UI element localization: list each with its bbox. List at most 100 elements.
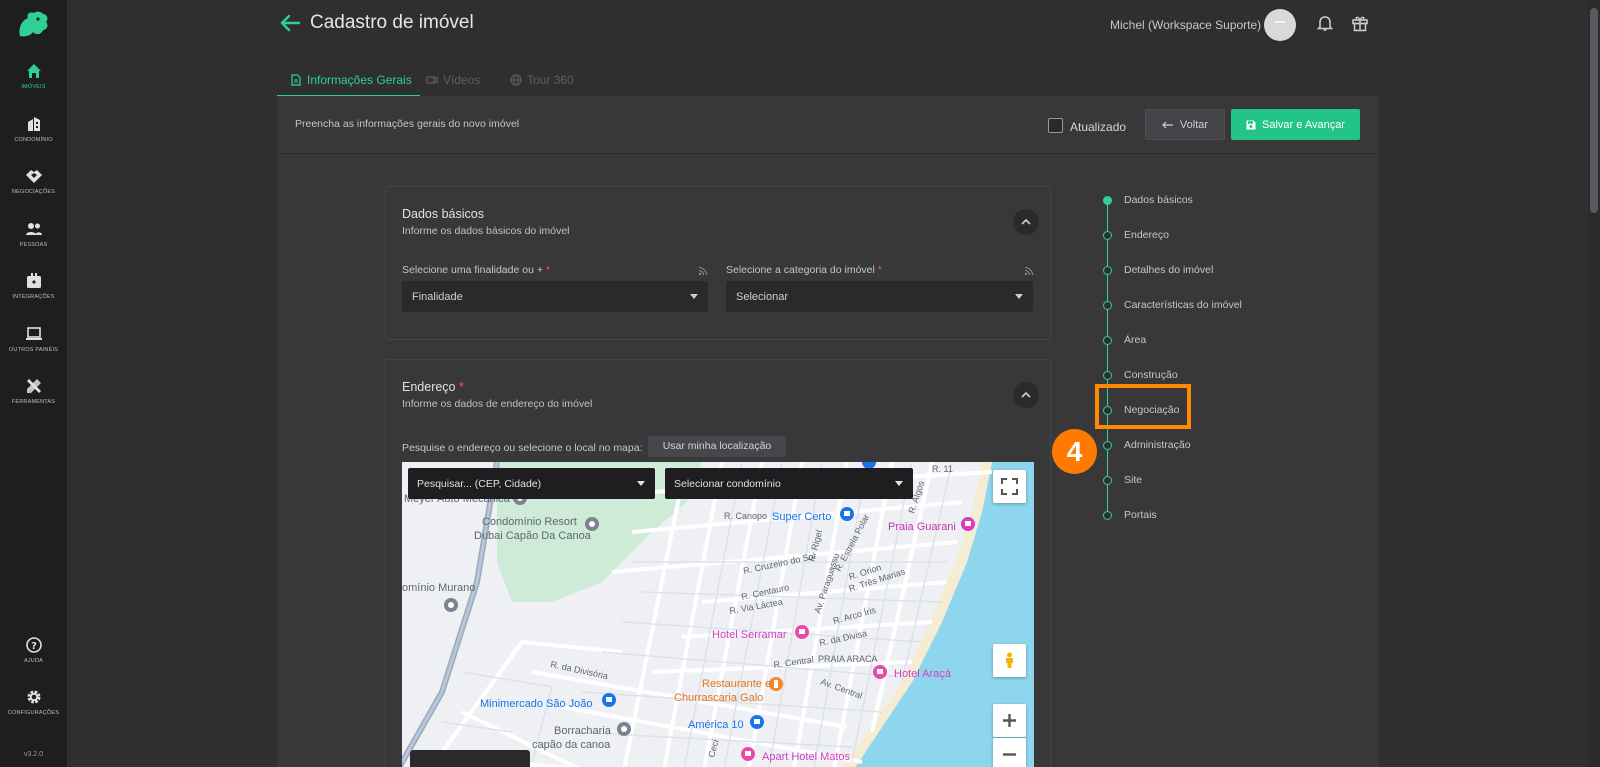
user-name[interactable]: Michel (Workspace Suporte) (1110, 18, 1261, 32)
caret-down-icon (690, 294, 698, 299)
step-dot (1103, 231, 1112, 240)
step-dot (1103, 371, 1112, 380)
tab-informacoes-gerais[interactable]: Informações Gerais (277, 68, 420, 97)
map-label: omínio Murano (402, 582, 475, 594)
collapse-button[interactable] (1013, 209, 1039, 235)
required-mark: * (459, 380, 464, 394)
sidebar-item-condominio[interactable]: CONDOMÍNIO (0, 115, 67, 143)
bell-icon[interactable] (1316, 14, 1334, 32)
finalidade-label-text: Selecione uma finalidade ou + (402, 264, 543, 276)
chevron-up-icon (1021, 218, 1031, 225)
sidebar-item-imoveis[interactable]: IMÓVEIS (0, 62, 67, 90)
sidebar-item-pessoas[interactable]: PESSOAS (0, 220, 67, 248)
sidebar-item-ajuda[interactable]: ? AJUDA (0, 636, 67, 664)
main-panel: Preencha as informações gerais do novo i… (277, 97, 1379, 767)
save-label: Salvar e Avançar (1262, 118, 1345, 131)
use-location-button[interactable]: Usar minha localização (648, 436, 786, 457)
home-icon (26, 64, 41, 78)
map-label: R. 11 (932, 464, 953, 474)
logo-icon[interactable] (16, 10, 50, 38)
tools-icon (26, 379, 41, 393)
sidebar-item-outros-paineis[interactable]: OUTROS PAINÉIS (0, 325, 67, 353)
map-label: América 10 (688, 719, 744, 731)
sidebar-item-label: AJUDA (23, 658, 44, 664)
tab-tour-360[interactable]: Tour 360 (510, 68, 574, 97)
step-label: Dados básicos (1124, 194, 1193, 206)
minus-icon (1003, 753, 1016, 756)
arrow-left-icon (1162, 121, 1173, 128)
map-canvas[interactable]: Meyer Auto Mecânica Condomínio Resort Du… (402, 462, 1034, 767)
voltar-button[interactable]: Voltar (1145, 109, 1225, 140)
step-label: Endereço (1124, 229, 1169, 241)
map-label: Condomínio Resort (482, 516, 577, 528)
zoom-in-button[interactable] (993, 704, 1026, 737)
finalidade-select[interactable]: Finalidade (402, 281, 708, 312)
sidebar-item-configuracoes[interactable]: CONFIGURAÇÕES (0, 688, 67, 716)
sidebar-item-label: IMÓVEIS (21, 84, 46, 90)
handshake-icon (25, 170, 42, 183)
avatar[interactable] (1264, 9, 1296, 41)
sidebar-item-label: CONDOMÍNIO (14, 137, 53, 143)
rss-icon (1024, 266, 1034, 276)
map[interactable]: Meyer Auto Mecânica Condomínio Resort Du… (402, 462, 1034, 767)
address-search-select[interactable]: Pesquisar... (CEP, Cidade) (408, 468, 655, 499)
sidebar-item-negociacoes[interactable]: NEGOCIAÇÕES (0, 167, 67, 195)
sidebar-item-label: INTEGRAÇÕES (12, 294, 55, 300)
categoria-select[interactable]: Selecionar (726, 281, 1033, 312)
collapse-button[interactable] (1013, 382, 1039, 408)
sidebar-item-ferramentas[interactable]: FERRAMENTAS (0, 377, 67, 405)
finalidade-label: Selecione uma finalidade ou + * (402, 264, 550, 276)
street-view-button[interactable] (993, 644, 1026, 677)
sidebar-item-integracoes[interactable]: INTEGRAÇÕES (0, 272, 67, 300)
step-label: Características do imóvel (1124, 299, 1242, 311)
step-dot (1103, 336, 1112, 345)
search-address-label: Pesquise o endereço ou selecione o local… (402, 442, 643, 454)
categoria-value: Selecionar (736, 290, 788, 303)
building-icon (27, 117, 40, 131)
step-dot (1103, 196, 1112, 205)
fullscreen-button[interactable] (993, 470, 1026, 503)
finalidade-value: Finalidade (412, 290, 463, 303)
globe-icon (510, 74, 522, 86)
step-dot (1103, 441, 1112, 450)
map-label: Super Certo (772, 511, 831, 523)
categoria-label: Selecione a categoria do imóvel * (726, 264, 882, 276)
panel-toolbar: Preencha as informações gerais do novo i… (277, 97, 1379, 154)
version-label: v3.2.0 (23, 751, 44, 758)
back-arrow-icon[interactable] (279, 12, 301, 34)
tab-label: Informações Gerais (307, 73, 412, 87)
caret-down-icon (895, 481, 903, 486)
map-label: Dubai Capão Da Canoa (474, 530, 592, 542)
card-endereco: Endereço * Informe os dados de endereço … (385, 359, 1051, 767)
scrollbar-thumb[interactable] (1590, 8, 1598, 213)
condominio-select[interactable]: Selecionar condomínio (665, 468, 913, 499)
step-label: Detalhes do imóvel (1124, 264, 1214, 276)
map-label: R. Canopo (724, 511, 767, 521)
step-badge: 4 (1052, 429, 1097, 474)
sidebar-item-label: OUTROS PAINÉIS (8, 347, 59, 353)
laptop-icon (25, 327, 42, 340)
panel-description: Preencha as informações gerais do novo i… (295, 118, 520, 130)
gift-icon[interactable] (1351, 14, 1369, 32)
required-mark: * (877, 264, 882, 276)
tab-label: Tour 360 (527, 73, 574, 87)
condominio-placeholder: Selecionar condomínio (674, 477, 781, 490)
save-button[interactable]: Salvar e Avançar (1231, 109, 1360, 140)
sidebar-item-label: NEGOCIAÇÕES (11, 189, 56, 195)
step-label: Administração (1124, 439, 1191, 451)
map-label: Borracharia (554, 725, 612, 737)
atualizado-checkbox[interactable] (1048, 118, 1063, 133)
gear-icon (27, 690, 40, 704)
zoom-out-button[interactable] (993, 738, 1026, 767)
tab-videos[interactable]: Vídeos (426, 68, 480, 97)
highlight-box (1095, 384, 1191, 429)
map-label: Hotel Araçá (894, 668, 952, 680)
step-dot (1103, 511, 1112, 520)
categoria-label-text: Selecione a categoria do imóvel (726, 264, 875, 276)
address-search-placeholder: Pesquisar... (CEP, Cidade) (417, 477, 542, 490)
page-title: Cadastro de imóvel (310, 12, 474, 33)
atualizado-label[interactable]: Atualizado (1070, 120, 1126, 134)
rss-icon (698, 266, 708, 276)
tab-label: Vídeos (443, 73, 481, 87)
step-dot (1103, 266, 1112, 275)
